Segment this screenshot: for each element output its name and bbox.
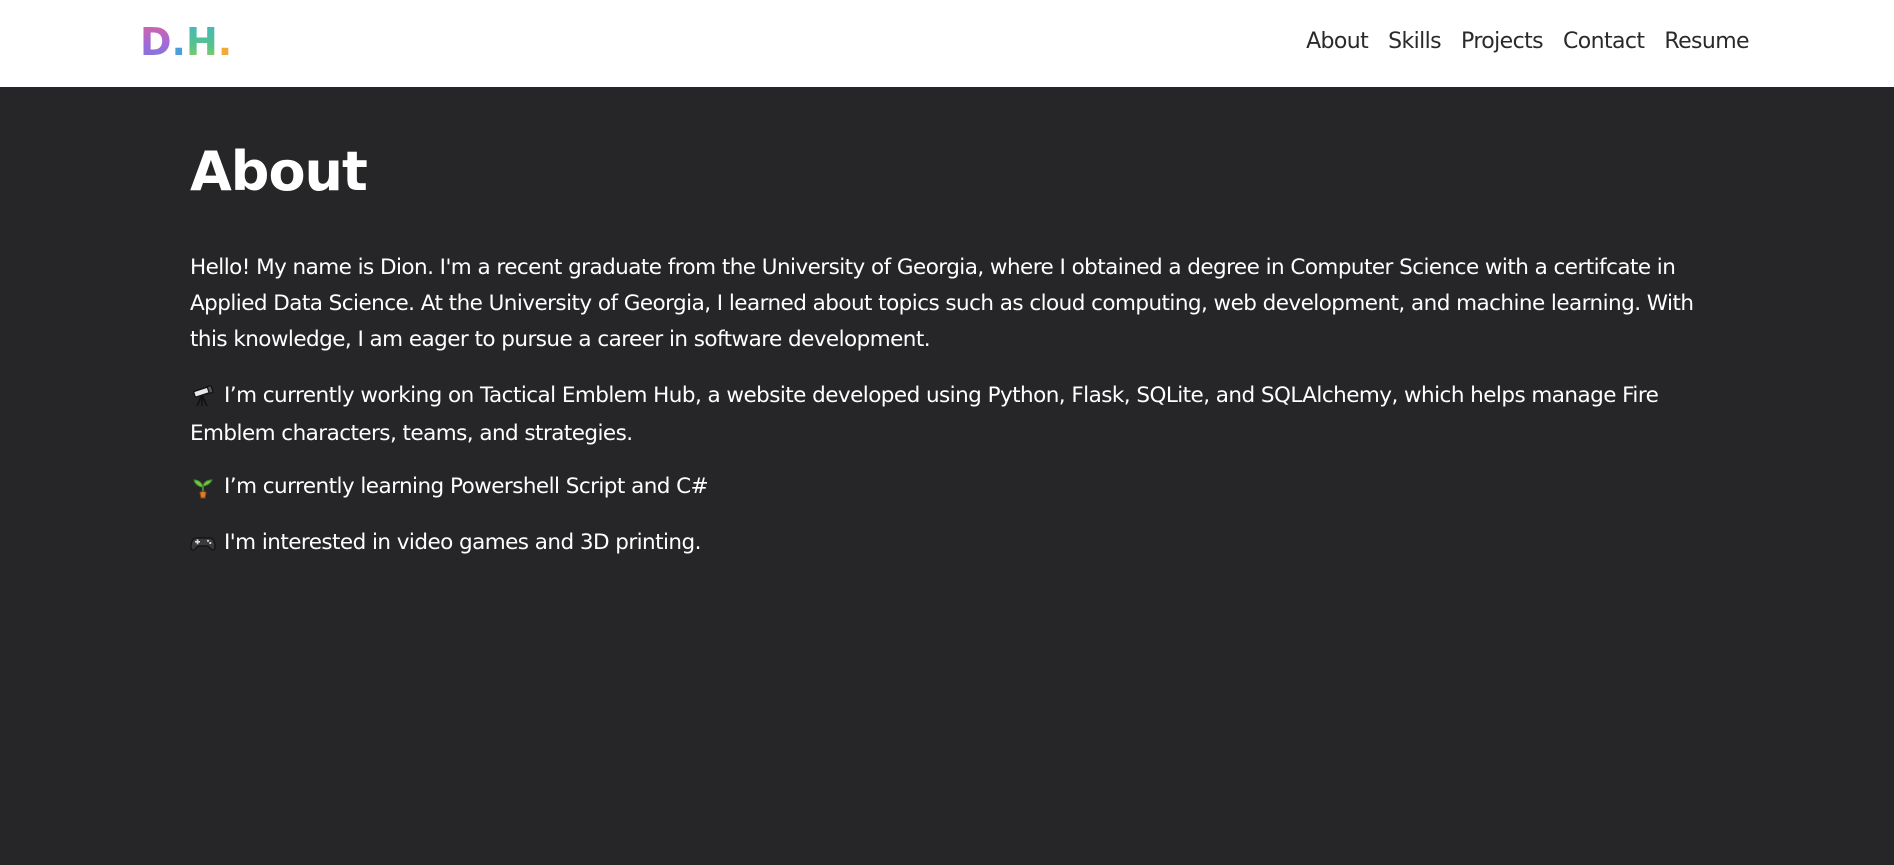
about-item-text: I’m currently working on Tactical Emblem… xyxy=(190,383,1659,446)
about-item: I'm interested in video games and 3D pri… xyxy=(190,525,1720,563)
nav-link-skills[interactable]: Skills xyxy=(1388,26,1442,58)
page-title: About xyxy=(190,140,368,203)
navbar: D.H. About Skills Projects Contact Resum… xyxy=(0,0,1894,87)
nav-link-contact[interactable]: Contact xyxy=(1563,26,1645,58)
nav-menu: About Skills Projects Contact Resume xyxy=(1286,26,1750,58)
about-item: I’m currently working on Tactical Emblem… xyxy=(190,378,1720,452)
nav-link-resume[interactable]: Resume xyxy=(1664,26,1749,58)
nav-link-about[interactable]: About xyxy=(1306,26,1369,58)
about-item-text: I'm interested in video games and 3D pri… xyxy=(224,530,701,555)
intro-paragraph: Hello! My name is Dion. I'm a recent gra… xyxy=(190,255,1694,352)
about-item: I’m currently learning Powershell Script… xyxy=(190,469,1720,507)
telescope-icon xyxy=(190,380,216,416)
logo-dot: . xyxy=(171,20,186,64)
site-logo[interactable]: D.H. xyxy=(140,18,232,66)
seedling-icon xyxy=(190,471,216,507)
logo-letter-h: H xyxy=(185,20,218,64)
logo-dot: . xyxy=(217,20,233,64)
logo-letter-d: D xyxy=(140,20,172,64)
about-item-text: I’m currently learning Powershell Script… xyxy=(224,474,709,499)
game-controller-icon xyxy=(190,527,216,563)
nav-link-projects[interactable]: Projects xyxy=(1461,26,1544,58)
